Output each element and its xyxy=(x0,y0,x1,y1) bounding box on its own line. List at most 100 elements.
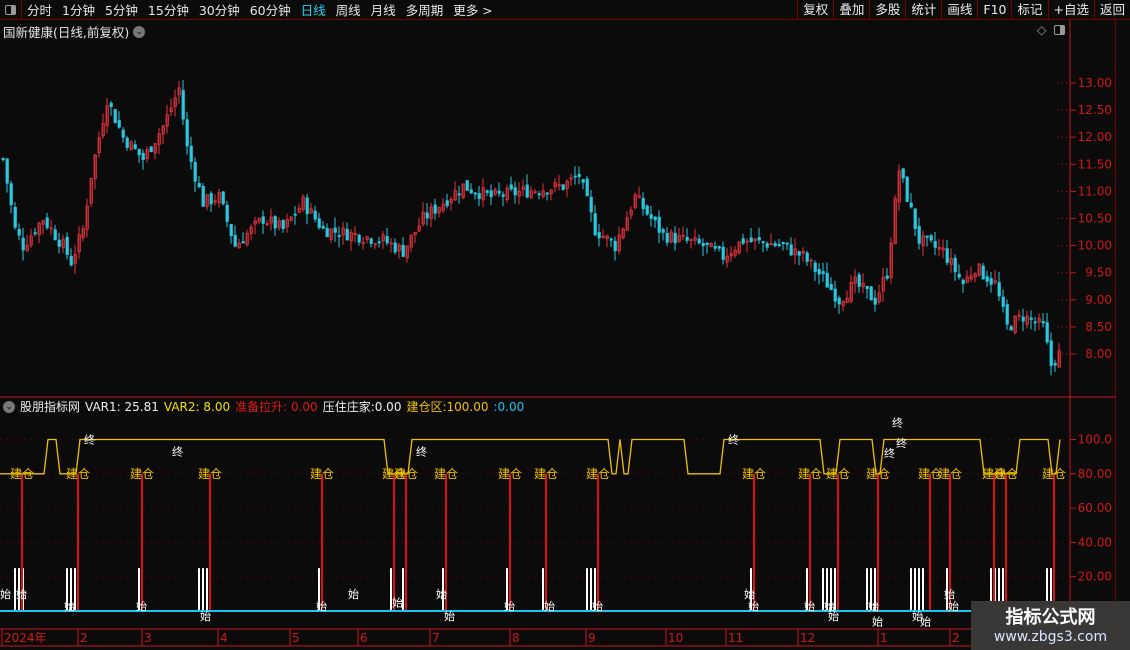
start-mark: 始 xyxy=(16,587,27,601)
candle-down xyxy=(125,137,129,148)
candle-down xyxy=(821,271,825,274)
end-mark: 终 xyxy=(416,445,427,459)
candle-down xyxy=(985,276,989,282)
watermark-url: www.zbgs3.com xyxy=(993,629,1108,645)
candle-down xyxy=(185,119,189,147)
candle-down xyxy=(313,210,317,220)
end-mark: 终 xyxy=(84,433,95,447)
candle-down xyxy=(537,193,541,196)
candle-down xyxy=(141,152,145,160)
candle-down xyxy=(925,235,929,238)
xaxis-label: 10 xyxy=(668,631,683,645)
candle-down xyxy=(225,204,229,222)
end-mark: 终 xyxy=(892,415,903,429)
candle-down xyxy=(1041,321,1045,324)
build-label: 建仓 xyxy=(586,467,610,481)
start-mark: 始 xyxy=(872,614,883,628)
candle-down xyxy=(485,190,489,193)
candle-down xyxy=(377,241,381,244)
candle-down xyxy=(645,205,649,215)
right-side-panel[interactable] xyxy=(1115,20,1130,630)
candle-down xyxy=(697,238,701,244)
candle-down xyxy=(657,216,661,233)
candle-down xyxy=(241,241,245,244)
chevron-down-icon[interactable]: ⌄ xyxy=(3,400,15,413)
candle-down xyxy=(57,239,61,247)
candle-down xyxy=(281,220,285,229)
candle-down xyxy=(433,204,437,214)
candle-down xyxy=(1005,304,1009,325)
candle-down xyxy=(233,234,237,247)
chart-canvas[interactable]: 13.0012.5012.0011.5011.0010.5010.009.509… xyxy=(0,0,1130,650)
start-mark: 始 xyxy=(136,599,147,613)
candle-down xyxy=(293,213,297,216)
start-mark: 始 xyxy=(64,599,75,613)
start-mark: 始 xyxy=(392,595,403,609)
candle-down xyxy=(777,244,781,247)
candle-down xyxy=(909,202,913,208)
end-mark: 终 xyxy=(728,433,739,447)
ind-tick-label: 80.00 xyxy=(1078,467,1112,481)
price-tick-label: 10.50 xyxy=(1078,212,1112,226)
candle-down xyxy=(957,273,961,278)
candle-down xyxy=(597,232,601,239)
candle-down xyxy=(509,184,513,190)
candle-down xyxy=(649,214,653,219)
candle-down xyxy=(325,227,329,238)
candle-down xyxy=(65,236,69,255)
price-tick-label: 13.00 xyxy=(1078,76,1112,90)
candle-down xyxy=(1045,322,1049,343)
candle-down xyxy=(945,248,949,263)
candle-down xyxy=(321,225,325,229)
candle-down xyxy=(653,216,657,221)
candle-down xyxy=(857,274,861,287)
build-label: 建仓 xyxy=(742,467,766,481)
candle-down xyxy=(761,241,765,244)
start-mark: 始 xyxy=(828,609,839,623)
jcq-label: 建仓区: xyxy=(406,400,447,414)
candle-down xyxy=(717,246,721,249)
candle-down xyxy=(273,216,277,229)
candle-down xyxy=(705,242,709,246)
xaxis-label: 8 xyxy=(512,631,520,645)
xaxis-label: 7 xyxy=(432,631,440,645)
candle-down xyxy=(525,184,529,198)
candle-down xyxy=(865,286,869,289)
candle-down xyxy=(721,246,725,260)
candle-down xyxy=(261,216,265,224)
watermark-title: 指标公式网 xyxy=(1005,607,1096,628)
candle-down xyxy=(209,193,213,205)
candle-down xyxy=(317,218,321,228)
start-mark: 始 xyxy=(744,587,755,601)
candle-down xyxy=(345,228,349,241)
end-mark: 终 xyxy=(172,445,183,459)
candle-down xyxy=(425,212,429,219)
ind-tick-label: 100.0 xyxy=(1078,433,1112,447)
xaxis-label: 4 xyxy=(220,631,228,645)
var1-label: VAR1: xyxy=(85,399,121,414)
candle-down xyxy=(1021,316,1025,322)
extra-value: 0.00 xyxy=(497,399,525,414)
build-label: 建仓 xyxy=(534,467,558,481)
candle-down xyxy=(765,243,769,248)
price-tick-label: 11.50 xyxy=(1078,157,1112,171)
candle-down xyxy=(929,235,933,241)
xaxis-label: 3 xyxy=(144,631,152,645)
candle-down xyxy=(701,243,705,247)
start-mark: 始 xyxy=(444,609,455,623)
candle-down xyxy=(465,180,469,191)
candle-down xyxy=(369,238,373,244)
start-mark: 始 xyxy=(504,599,515,613)
candle-down xyxy=(713,246,717,249)
candle-down xyxy=(885,275,889,279)
xaxis-label: 2 xyxy=(952,631,960,645)
candle-down xyxy=(805,252,809,262)
candle-down xyxy=(813,262,817,272)
var2-value: 8.00 xyxy=(203,399,231,414)
candle-down xyxy=(1001,296,1005,307)
candle-down xyxy=(13,206,17,228)
candle-down xyxy=(913,208,917,229)
build-label: 建仓 xyxy=(498,467,522,481)
start-mark: 始 xyxy=(948,599,959,613)
candle-down xyxy=(545,192,549,195)
